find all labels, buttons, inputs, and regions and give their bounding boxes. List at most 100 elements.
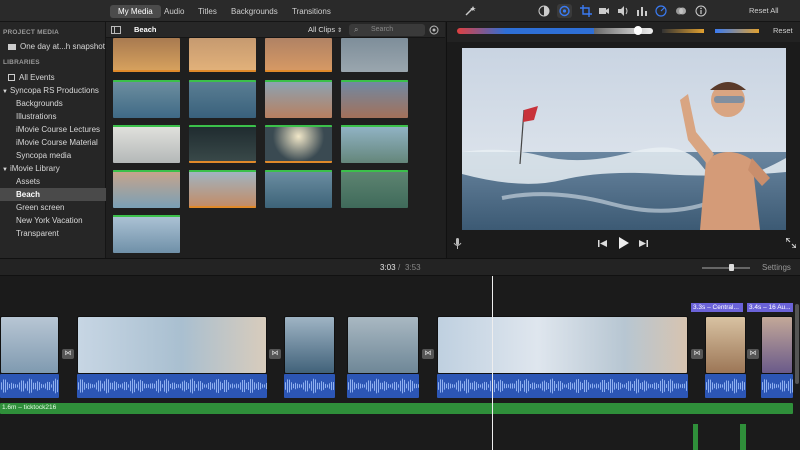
sidebar-toggle-icon[interactable] xyxy=(111,26,121,34)
transition-icon[interactable]: ⋈ xyxy=(747,349,759,359)
waveform-bar xyxy=(78,382,79,390)
waveform-bar xyxy=(522,384,523,388)
transition-icon[interactable]: ⋈ xyxy=(422,349,434,359)
tab-transitions[interactable]: Transitions xyxy=(284,5,339,18)
sidebar-item-beach[interactable]: Beach xyxy=(0,188,106,201)
audio-waveform[interactable] xyxy=(437,374,688,398)
search-field[interactable]: ⌕ Search xyxy=(349,24,425,36)
transition-icon[interactable]: ⋈ xyxy=(269,349,281,359)
waveform-bar xyxy=(264,384,265,388)
fullscreen-icon[interactable] xyxy=(786,238,796,248)
waveform-bar xyxy=(680,384,681,388)
waveform-bar xyxy=(242,380,243,392)
clip-thumbnail[interactable] xyxy=(265,125,332,163)
exposure-slider[interactable] xyxy=(457,28,653,34)
clip-thumbnail[interactable] xyxy=(265,170,332,208)
audio-waveform[interactable] xyxy=(347,374,419,398)
clip-thumbnail[interactable] xyxy=(341,125,408,163)
timeline-clip[interactable] xyxy=(761,316,793,374)
audio-waveform[interactable] xyxy=(0,374,59,398)
timeline-settings-button[interactable]: Settings xyxy=(762,263,791,272)
waveform-bar xyxy=(720,384,721,388)
transition-icon[interactable]: ⋈ xyxy=(691,349,703,359)
waveform-bar xyxy=(784,380,785,392)
audio-waveform[interactable] xyxy=(284,374,335,398)
zoom-slider[interactable] xyxy=(702,267,750,269)
timeline-clip[interactable] xyxy=(437,316,688,374)
clip-thumbnail[interactable] xyxy=(113,170,180,208)
sidebar-item-illustrations[interactable]: Illustrations xyxy=(0,110,106,123)
waveform-bar xyxy=(656,382,657,390)
timeline-scrollbar[interactable] xyxy=(795,304,799,384)
timeline-clip[interactable] xyxy=(705,316,746,374)
slider-knob[interactable] xyxy=(634,26,642,35)
sound-effect-clip[interactable] xyxy=(693,424,698,450)
waveform-bar xyxy=(170,383,171,389)
sidebar-item-transparent[interactable]: Transparent xyxy=(0,227,106,240)
clip-title-label[interactable]: 3.3s – Central... xyxy=(691,303,743,312)
audio-waveform[interactable] xyxy=(705,374,746,398)
reset-button[interactable]: Reset xyxy=(773,26,793,35)
skip-forward-icon[interactable] xyxy=(639,239,648,248)
total-time: 3:53 xyxy=(405,263,421,272)
transition-icon[interactable]: ⋈ xyxy=(62,349,74,359)
sidebar-item-imovie-library[interactable]: ▼ iMovie Library xyxy=(0,162,106,175)
time-separator: / xyxy=(398,263,401,272)
sidebar-item-green-screen[interactable]: Green screen xyxy=(0,201,106,214)
sidebar-item-course-lectures[interactable]: iMovie Course Lectures xyxy=(0,123,106,136)
browser-settings-icon[interactable] xyxy=(429,25,439,35)
sidebar-item-course-material[interactable]: iMovie Course Material xyxy=(0,136,106,149)
sidebar-item-all-events[interactable]: All Events xyxy=(0,71,106,84)
timeline-clip[interactable] xyxy=(284,316,335,374)
sidebar-item-backgrounds[interactable]: Backgrounds xyxy=(0,97,106,110)
waveform-bar xyxy=(668,380,669,392)
tab-backgrounds[interactable]: Backgrounds xyxy=(223,5,286,18)
microphone-icon[interactable] xyxy=(453,238,462,249)
waveform-bar xyxy=(570,382,571,390)
timeline-clip[interactable] xyxy=(347,316,419,374)
sidebar-item-new-york-vacation[interactable]: New York Vacation xyxy=(0,214,106,227)
temperature-slider[interactable] xyxy=(715,29,759,33)
clip-thumbnail[interactable] xyxy=(113,125,180,163)
waveform-bar xyxy=(642,382,643,390)
clip-thumbnail[interactable] xyxy=(113,215,180,253)
clip-thumbnail[interactable] xyxy=(341,170,408,208)
zoom-slider-knob[interactable] xyxy=(728,264,734,271)
clip-thumbnail[interactable] xyxy=(113,38,180,72)
timeline-clip[interactable] xyxy=(77,316,267,374)
sidebar-item-assets[interactable]: Assets xyxy=(0,175,106,188)
clip-thumbnail[interactable] xyxy=(341,38,408,72)
waveform-bar xyxy=(490,380,491,392)
music-track[interactable]: 1.6m – ticktock216 xyxy=(0,403,793,414)
play-icon[interactable] xyxy=(618,237,630,249)
clip-thumbnail[interactable] xyxy=(341,80,408,118)
saturation-slider[interactable] xyxy=(662,29,704,33)
clip-thumbnail[interactable] xyxy=(265,80,332,118)
tab-my-media[interactable]: My Media xyxy=(110,5,161,18)
sidebar-item-syncopa-library[interactable]: ▼ Syncopa RS Productions xyxy=(0,84,106,97)
clip-thumbnail[interactable] xyxy=(113,80,180,118)
clip-thumbnail[interactable] xyxy=(189,125,256,163)
waveform-bar xyxy=(388,383,389,389)
clip-title-label[interactable]: 3.4s – 16 Au... xyxy=(747,303,793,312)
playhead[interactable] xyxy=(492,276,493,450)
tab-audio[interactable]: Audio xyxy=(156,5,192,18)
sound-effect-clip[interactable] xyxy=(740,424,746,450)
audio-waveform[interactable] xyxy=(77,374,267,398)
sidebar-item-syncopa-media[interactable]: Syncopa media xyxy=(0,149,106,162)
waveform-bar xyxy=(554,380,555,392)
skip-back-icon[interactable] xyxy=(598,239,607,248)
clip-thumbnail[interactable] xyxy=(189,170,256,208)
waveform-bar xyxy=(564,384,565,388)
audio-waveform[interactable] xyxy=(761,374,793,398)
clip-thumbnail[interactable] xyxy=(189,80,256,118)
timeline-clip[interactable] xyxy=(0,316,59,374)
clip-filter-select[interactable]: All Clips ⇕ xyxy=(308,25,342,34)
sidebar-item-project[interactable]: One day at...h snapshot xyxy=(0,40,106,53)
tab-titles[interactable]: Titles xyxy=(190,5,225,18)
waveform-bar xyxy=(616,383,617,389)
waveform-bar xyxy=(514,383,515,389)
clip-thumbnail[interactable] xyxy=(189,38,256,72)
waveform-bar xyxy=(622,384,623,388)
clip-thumbnail[interactable] xyxy=(265,38,332,72)
